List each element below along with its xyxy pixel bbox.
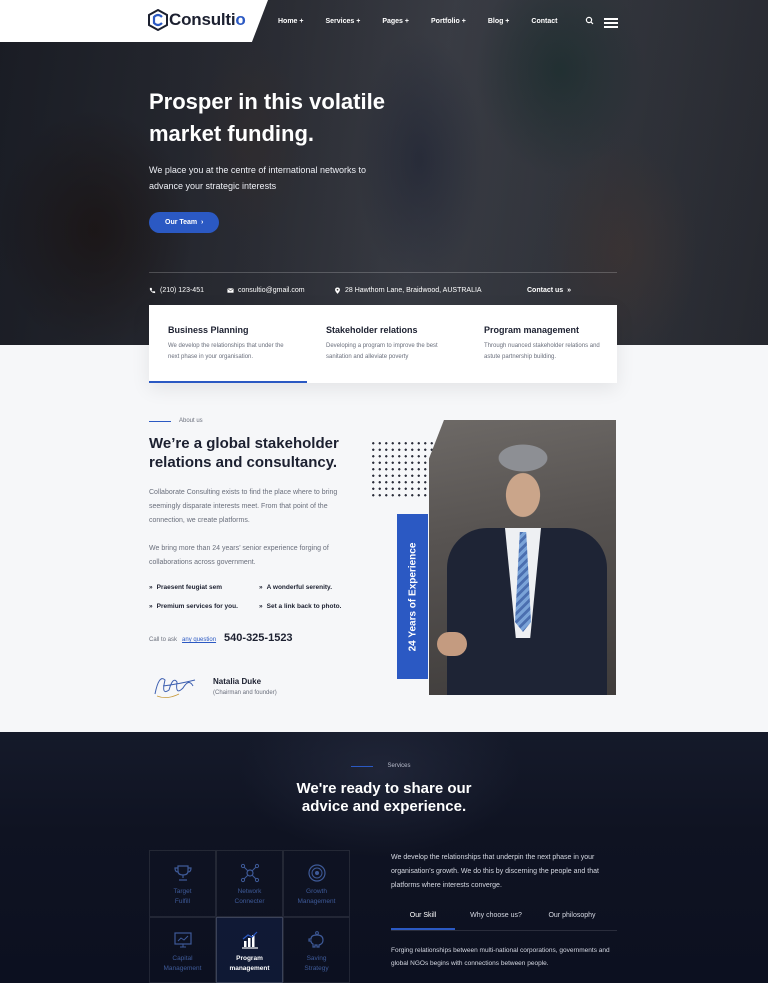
dot-pattern [370,440,436,498]
about-paragraph-2: We bring more than 24 years’ senior expe… [149,545,329,566]
nav-home[interactable]: Home + [278,18,303,25]
target-icon [307,864,326,882]
double-chevron-icon: » [567,287,572,294]
nav-services[interactable]: Services + [325,18,360,25]
contact-address-text: 28 Hawthorn Lane, Braidwood, AUSTRALIA [345,287,482,294]
contact-email[interactable]: consultio@gmail.com [227,287,334,294]
services-title: We're ready to share our advice and expe… [0,780,768,816]
contact-phone-text: (210) 123-451 [160,287,204,294]
piggy-icon [307,931,324,948]
signature-meta: Natalia Duke (Chairman and founder) [213,677,277,696]
signature-name: Natalia Duke [213,676,262,686]
card-text: We develop the relationships that under … [168,343,284,360]
phone-icon [149,287,156,294]
logo-text-accent: o [235,10,246,29]
network-icon [240,863,259,883]
search-icon[interactable] [583,14,597,28]
card-business-planning[interactable]: Business Planning We develop the relatio… [149,305,307,383]
experience-text: 24 Years of Experience [407,542,418,651]
feature-cards: Business Planning We develop the relatio… [149,305,617,383]
card-stakeholder-relations[interactable]: Stakeholder relations Developing a progr… [307,305,465,383]
card-title: Stakeholder relations [326,325,418,335]
contact-us-link[interactable]: Contact us » [527,287,571,294]
our-team-label: Our Team [165,219,198,226]
hero-title: Prosper in this volatile market funding. [149,89,385,146]
tab-content-text: Forging relationships between multi-nati… [391,947,610,967]
double-chevron-icon: » [259,603,263,610]
envelope-icon [227,288,234,293]
service-saving-strategy[interactable]: Saving Strategy [283,917,350,983]
contact-address: 28 Hawthorn Lane, Braidwood, AUSTRALIA [334,287,527,294]
service-network-connecter[interactable]: Network Connecter [216,850,283,917]
signature-image [154,678,196,698]
trophy-icon [173,865,192,881]
any-question-link[interactable]: any question [182,637,216,643]
service-capital-management[interactable]: Capital Management [149,917,216,983]
double-chevron-icon: » [259,584,263,591]
bar-chart-icon [241,931,258,949]
call-prefix: Call to ask [149,637,178,643]
experience-badge: 24 Years of Experience [397,514,428,679]
chairman-photo [429,420,616,695]
nav-pages[interactable]: Pages + [382,18,409,25]
nav-portfolio[interactable]: Portfolio + [431,18,466,25]
signature-role: (Chairman and founder) [213,689,277,696]
main-nav: Home + Services + Pages + Portfolio + Bl… [278,0,597,42]
about-paragraph-1: Collaborate Consulting exists to find th… [149,489,338,524]
service-growth-management[interactable]: Growth Management [283,850,350,917]
contact-email-text: consultio@gmail.com [238,287,305,294]
services-text: We develop the relationships that underp… [391,854,599,889]
eyebrow-line [149,420,171,422]
service-target-fulfill[interactable]: Target Fulfill [149,850,216,917]
card-text: Developing a program to improve the best… [326,343,438,360]
service-program-management[interactable]: Program management [216,917,283,983]
double-chevron-icon: » [149,584,153,591]
card-text: Through nuanced stakeholder relations an… [484,343,600,360]
tab-why-choose-us[interactable]: Why choose us? [455,906,537,930]
feature-list: » Praesent feugiat sem » A wonderful seren… [149,584,369,610]
call-row: Call to ask any question 540-325-1523 [149,632,369,644]
about-section: About us We’re a global stakeholder rela… [149,418,369,706]
logo-mark-icon [148,9,168,31]
nav-contact[interactable]: Contact [531,18,557,25]
services-grid: Target Fulfill Network Connecter Growth Man… [149,850,350,983]
services-title-line1: We're ready to share our [296,780,472,797]
eyebrow-line [351,766,373,767]
monitor-chart-icon [173,932,192,948]
contact-phone[interactable]: (210) 123-451 [149,287,227,294]
hero-section: Consultio Home + Services + Pages + Port… [0,0,768,345]
hero-content: Prosper in this volatile market funding.… [149,86,449,233]
feature-item: » Praesent feugiat sem [149,584,223,591]
location-pin-icon [335,287,340,294]
logo[interactable]: Consultio [148,9,246,31]
about-title: We’re a global stakeholder relations and… [149,435,339,471]
signature-row: Natalia Duke (Chairman and founder) [149,666,369,706]
services-eyebrow: Services [0,763,768,769]
services-tabs: Our Skill Why choose us? Our philosophy [391,906,617,931]
hamburger-menu-icon[interactable] [604,18,618,30]
logo-text: Consulti [169,10,236,29]
call-phone[interactable]: 540-325-1523 [224,632,293,644]
tab-our-skill[interactable]: Our Skill [391,906,455,930]
services-title-line2: advice and experience. [301,798,467,815]
contact-bar: (210) 123-451 consultio@gmail.com 28 Haw… [149,272,617,308]
nav-blog[interactable]: Blog + [488,18,510,25]
feature-item: » A wonderful serenity. [259,584,332,591]
contact-us-label: Contact us [527,287,564,294]
feature-item: » Set a link back to photo. [259,603,342,610]
card-program-management[interactable]: Program management Through nuanced stake… [465,305,623,383]
services-eyebrow-text: Services [387,763,411,769]
card-title: Business Planning [168,325,249,335]
feature-item: » Premium services for you. [149,603,238,610]
tab-our-philosophy[interactable]: Our philosophy [537,906,607,930]
double-chevron-icon: » [149,603,153,610]
card-title: Program management [484,325,580,335]
about-eyebrow-text: About us [179,418,203,424]
hero-subtitle: We place you at the centre of internatio… [149,165,366,191]
services-section: Services We're ready to share our advice… [0,732,768,983]
our-team-button[interactable]: Our Team › [149,212,220,233]
about-eyebrow: About us [149,418,369,424]
